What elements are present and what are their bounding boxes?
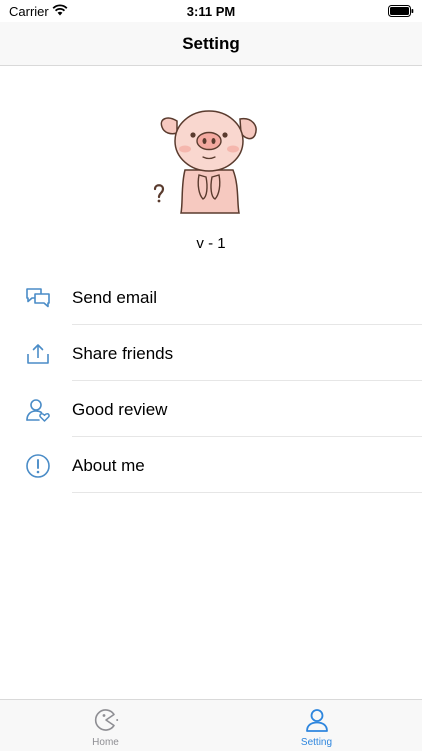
user-heart-icon [26, 399, 50, 422]
pig-mascot-image [153, 110, 257, 214]
about-me-label: About me [72, 456, 145, 475]
tab-bar: Home Setting [0, 699, 422, 751]
settings-menu-list: Send email Share friends Good review Abo… [0, 269, 422, 493]
good-review-label: Good review [72, 400, 168, 419]
status-bar: Carrier 3:11 PM [0, 0, 422, 22]
tab-setting-label: Setting [300, 737, 333, 748]
share-friends-item[interactable]: Share friends [0, 325, 422, 381]
status-time: 3:11 PM [186, 4, 236, 19]
share-icon [27, 344, 49, 364]
page-title: Setting [182, 34, 240, 53]
tab-home-label: Home [92, 737, 119, 748]
home-tab-icon [94, 709, 119, 731]
battery-icon [388, 5, 414, 17]
send-email-item[interactable]: Send email [0, 269, 422, 325]
app-version-label: v - 1 [196, 235, 226, 252]
chat-bubbles-icon [26, 288, 50, 308]
tab-setting[interactable]: Setting [211, 700, 422, 751]
about-me-item[interactable]: About me [0, 437, 422, 493]
divider [72, 492, 422, 493]
send-email-label: Send email [72, 288, 158, 307]
person-icon [306, 709, 328, 732]
good-review-item[interactable]: Good review [0, 381, 422, 437]
share-friends-label: Share friends [72, 344, 174, 363]
info-icon [26, 454, 50, 478]
navigation-bar: Setting [0, 22, 422, 66]
tab-home[interactable]: Home [0, 700, 211, 751]
